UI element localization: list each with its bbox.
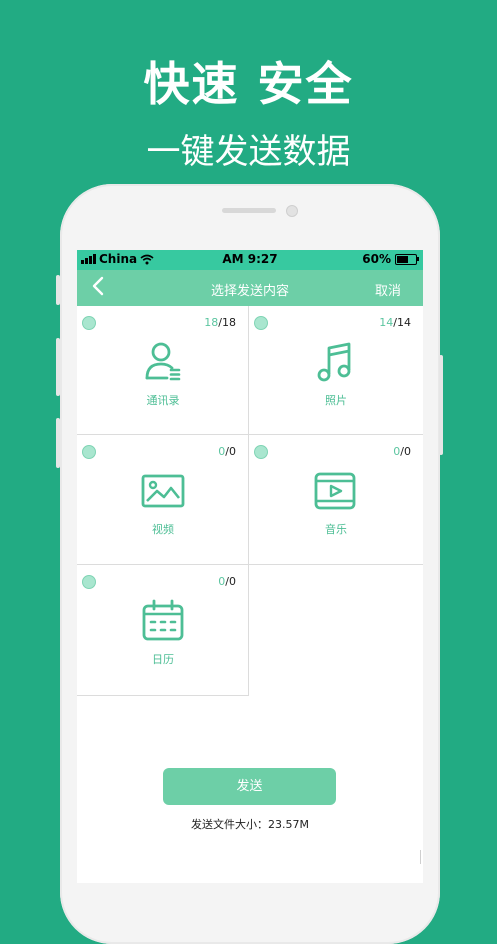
item-count: 14/14 xyxy=(379,316,411,329)
item-count: 0/0 xyxy=(393,445,411,458)
calendar-icon xyxy=(142,599,184,641)
music-note-icon xyxy=(317,342,351,382)
item-count: 18/18 xyxy=(204,316,236,329)
item-count: 0/0 xyxy=(218,575,236,588)
item-label: 通讯录 xyxy=(146,394,180,407)
selected-count: 14 xyxy=(379,316,394,329)
contacts-icon xyxy=(145,342,181,381)
scroll-indicator xyxy=(420,850,421,864)
nav-bar: 选择发送内容 取消 xyxy=(77,270,423,306)
item-label: 音乐 xyxy=(325,523,347,536)
status-bar: China AM 9:27 60% xyxy=(77,250,423,270)
item-photos[interactable]: 14/14 照片 xyxy=(249,306,423,435)
selected-count: 18 xyxy=(204,316,219,329)
phone-volume-up xyxy=(56,338,60,396)
phone-power-button xyxy=(439,355,443,455)
total-count: /0 xyxy=(225,445,236,458)
content-grid: 18/18 通讯录 14/14 照片 0/0 视频 0/0 音乐 0/0 日历 xyxy=(77,306,423,696)
item-contacts[interactable]: 18/18 通讯录 xyxy=(77,306,249,435)
file-size-info: 发送文件大小：23.57M xyxy=(191,818,309,831)
select-checkbox[interactable] xyxy=(254,445,268,459)
phone-camera xyxy=(286,205,298,217)
select-checkbox[interactable] xyxy=(82,445,96,459)
total-count: /18 xyxy=(218,316,236,329)
item-calendar[interactable]: 0/0 日历 xyxy=(77,565,249,696)
total-count: /0 xyxy=(225,575,236,588)
item-label: 照片 xyxy=(325,394,347,407)
select-checkbox[interactable] xyxy=(254,316,268,330)
item-label: 视频 xyxy=(152,523,174,536)
item-label: 日历 xyxy=(152,653,174,666)
page-title: 选择发送内容 xyxy=(210,284,289,299)
phone-volume-down xyxy=(56,418,60,468)
video-play-icon xyxy=(314,472,356,510)
promo-headline: 快速 安全 xyxy=(143,57,354,111)
select-checkbox[interactable] xyxy=(82,575,96,589)
item-count: 0/0 xyxy=(218,445,236,458)
phone-mute-switch xyxy=(56,275,60,305)
total-count: /0 xyxy=(400,445,411,458)
image-icon xyxy=(141,474,185,508)
battery-info: 60% xyxy=(362,252,419,266)
promo-subheadline: 一键发送数据 xyxy=(146,132,351,172)
total-count: /14 xyxy=(393,316,411,329)
battery-icon xyxy=(395,253,419,265)
phone-speaker xyxy=(222,208,276,213)
item-video[interactable]: 0/0 视频 xyxy=(77,435,249,565)
app-screen: China AM 9:27 60% 选择发送内容 取消 18/18 通讯录 14… xyxy=(77,250,423,883)
item-music[interactable]: 0/0 音乐 xyxy=(249,435,423,565)
select-checkbox[interactable] xyxy=(82,316,96,330)
cancel-button[interactable]: 取消 xyxy=(375,280,401,299)
battery-percent: 60% xyxy=(362,252,391,266)
send-button[interactable]: 发送 xyxy=(163,768,336,805)
